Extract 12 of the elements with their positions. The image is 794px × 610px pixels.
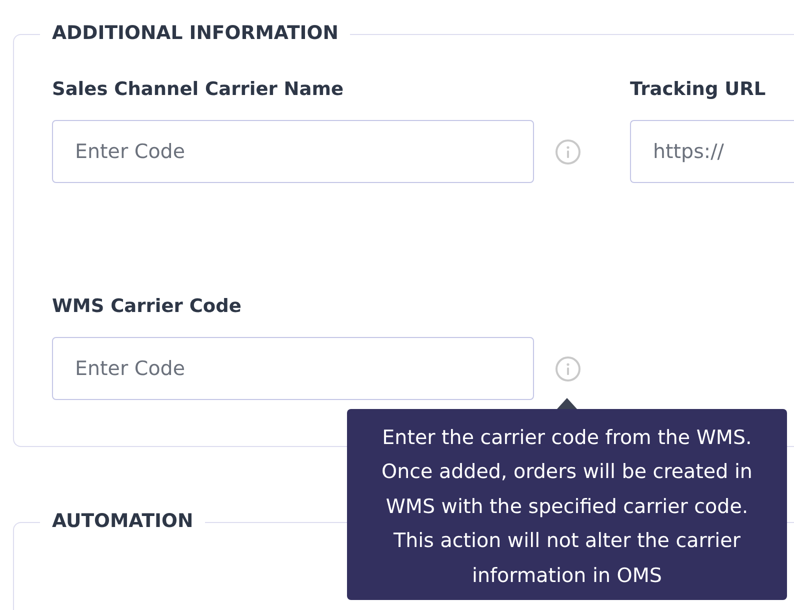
- field-label: Tracking URL: [630, 78, 766, 102]
- info-icon[interactable]: [555, 138, 581, 164]
- input-field[interactable]: https://: [630, 120, 794, 183]
- field-label: Sales Channel Carrier Name: [52, 78, 344, 102]
- section-title: ADDITIONAL INFORMATION: [51, 22, 340, 46]
- info-icon[interactable]: [555, 356, 581, 382]
- field-label: WMS Carrier Code: [52, 295, 242, 319]
- section-title: AUTOMATION: [51, 510, 194, 534]
- input-field[interactable]: Enter Code: [52, 120, 534, 183]
- tooltip: Enter the carrier code from the WMS. Once added, orders will be created in WMS with the specified carrier code. This action will not alter the carrier information in OMS: [347, 408, 787, 600]
- tooltip-pointer-icon: [557, 398, 577, 408]
- input-field[interactable]: Enter Code: [52, 337, 534, 400]
